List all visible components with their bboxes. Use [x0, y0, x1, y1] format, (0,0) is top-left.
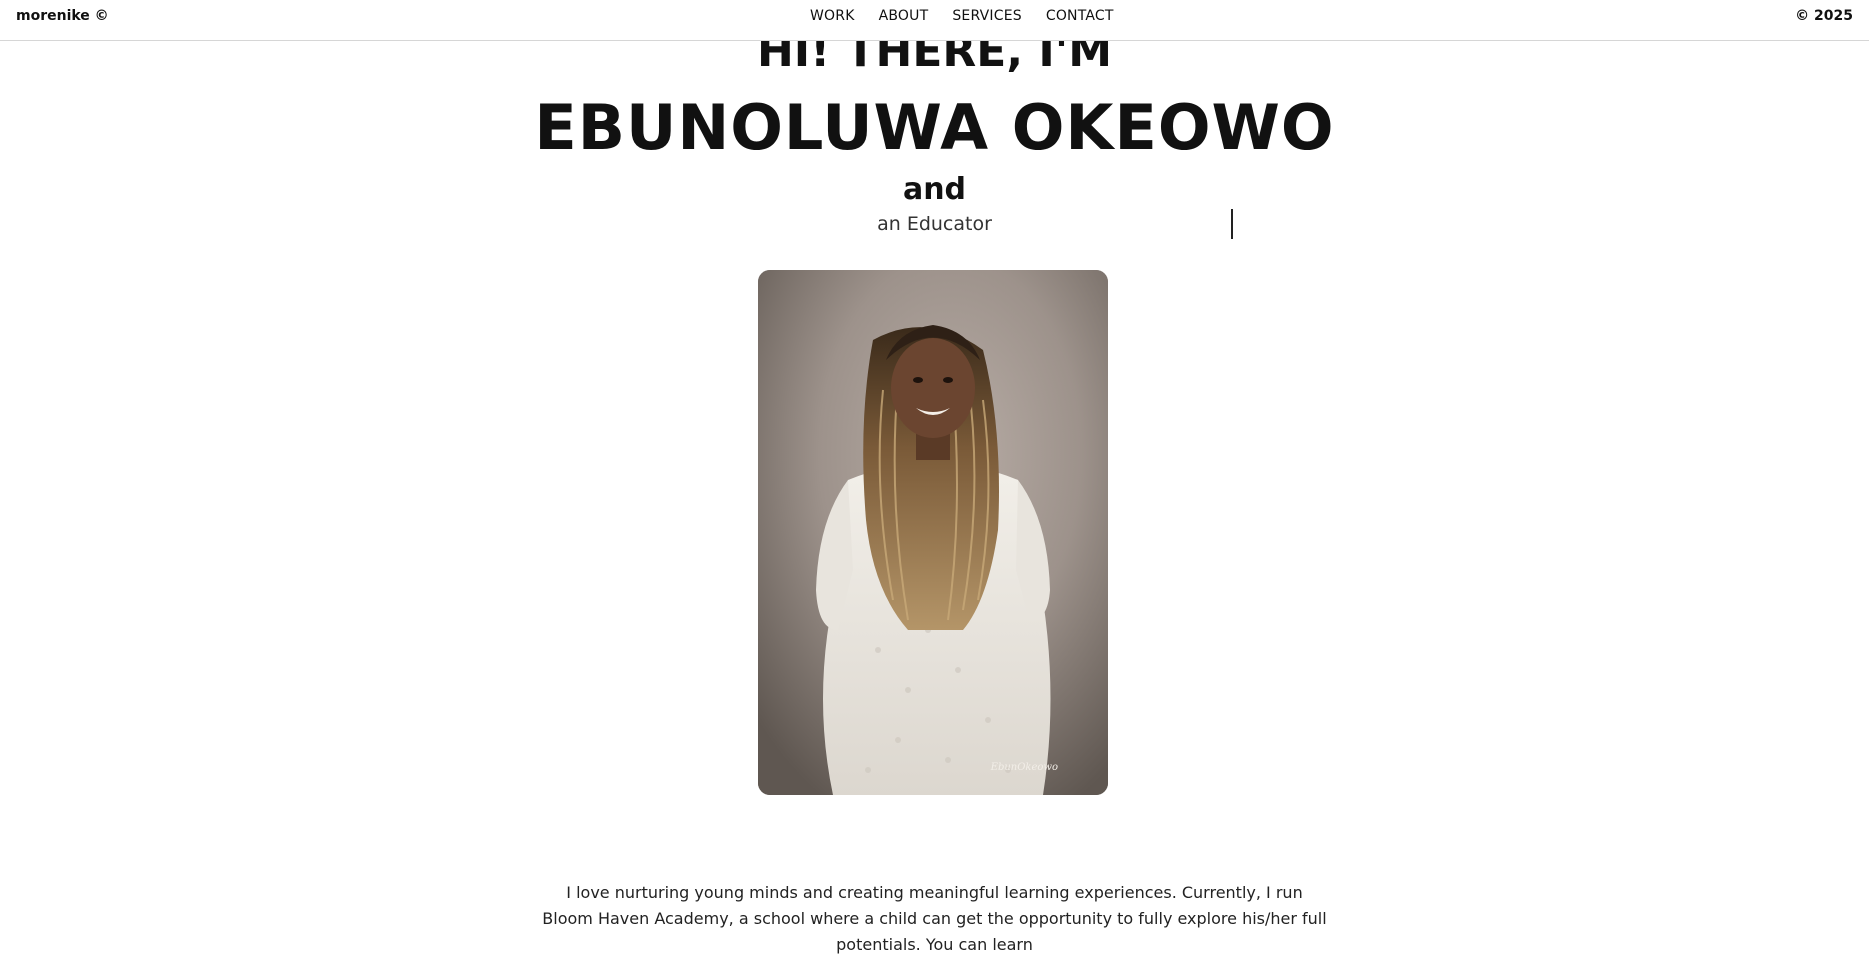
brand-logo-text[interactable]: morenike © [16, 8, 109, 24]
photographer-signature: EbunOkeowo [990, 762, 1058, 773]
hero-role-typewriter: an Educator [877, 213, 992, 235]
profile-portrait-image: EbunOkeowo [758, 270, 1108, 795]
nav-services-link[interactable]: SERVICES [952, 8, 1022, 24]
copyright-text: © 2025 [1795, 8, 1853, 24]
main-nav: WORK ABOUT SERVICES CONTACT [810, 8, 1114, 24]
nav-contact-link[interactable]: CONTACT [1046, 8, 1114, 24]
hero-connector: and [902, 172, 967, 207]
top-navigation-bar: morenike © WORK ABOUT SERVICES CONTACT ©… [0, 0, 1869, 41]
nav-work-link[interactable]: WORK [810, 8, 855, 24]
hero-name-heading: EBUNOLUWA OKEOWO [534, 91, 1335, 164]
portrait-illustration: EbunOkeowo [758, 270, 1108, 795]
bio-paragraph: I love nurturing young minds and creatin… [542, 883, 1327, 954]
nav-about-link[interactable]: ABOUT [879, 8, 929, 24]
typewriter-cursor [1231, 209, 1233, 239]
